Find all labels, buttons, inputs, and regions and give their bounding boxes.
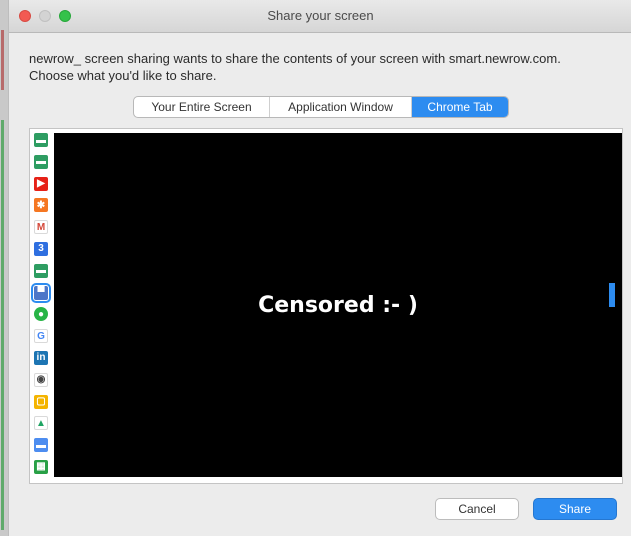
background-accent-strip: [1, 120, 4, 530]
censored-preview: Censored :- ): [54, 133, 622, 477]
hubspot-icon[interactable]: ✱: [34, 198, 48, 213]
calendar-icon[interactable]: 3: [34, 241, 48, 256]
drive-icon[interactable]: ▲: [34, 416, 48, 431]
linkedin-icon[interactable]: in: [34, 350, 48, 365]
green-doc-icon[interactable]: ▬: [34, 263, 48, 278]
tab-favicon-list: ▬ ▬ ▶ ✱ M 3 ▬ ▀ ● Gin ◉ ▢ ▲ ▬ ▦: [31, 133, 52, 482]
whatsapp-icon[interactable]: ●: [34, 307, 48, 322]
chrome-tab-list: ▬ ▬ ▶ ✱ M 3 ▬ ▀ ● Gin ◉ ▢ ▲ ▬ ▦ Censored :- ): [29, 128, 623, 484]
dialog-title: Share your screen: [267, 8, 374, 23]
background-accent-strip: [1, 30, 4, 90]
censored-text: Censored :- ): [258, 292, 418, 318]
youtube-icon[interactable]: ▶: [34, 176, 48, 191]
share-prompt-line-1: newrow_ screen sharing wants to share th…: [29, 51, 561, 66]
gmail-icon[interactable]: M: [34, 220, 48, 235]
share-prompt-line-2: Choose what you'd like to share.: [29, 68, 217, 83]
tab-application-window[interactable]: Application Window: [270, 97, 412, 117]
chat-icon[interactable]: ▬: [34, 438, 48, 453]
browser-tab-icon[interactable]: ▀: [31, 282, 51, 303]
list-scroll-indicator[interactable]: [609, 283, 615, 307]
sheets-icon[interactable]: ▦: [34, 459, 48, 474]
share-source-tabs: Your Entire Screen Application Window Ch…: [133, 96, 509, 118]
share-screen-dialog: Share your screen newrow_ screen sharing…: [8, 0, 631, 536]
green-doc-icon[interactable]: ▬: [34, 133, 48, 147]
background-window-edge: [0, 0, 8, 536]
tab-chrome-tab[interactable]: Chrome Tab: [412, 97, 508, 117]
google-icon[interactable]: G: [34, 329, 48, 344]
share-button[interactable]: Share: [533, 498, 617, 520]
title-bar: Share your screen: [9, 0, 631, 33]
slides-icon[interactable]: ▢: [34, 394, 48, 409]
share-prompt: newrow_ screen sharing wants to share th…: [29, 50, 619, 84]
cancel-button[interactable]: Cancel: [435, 498, 519, 520]
tab-entire-screen[interactable]: Your Entire Screen: [134, 97, 270, 117]
green-doc-icon[interactable]: ▬: [34, 154, 48, 169]
incognito-icon[interactable]: ◉: [34, 372, 48, 387]
